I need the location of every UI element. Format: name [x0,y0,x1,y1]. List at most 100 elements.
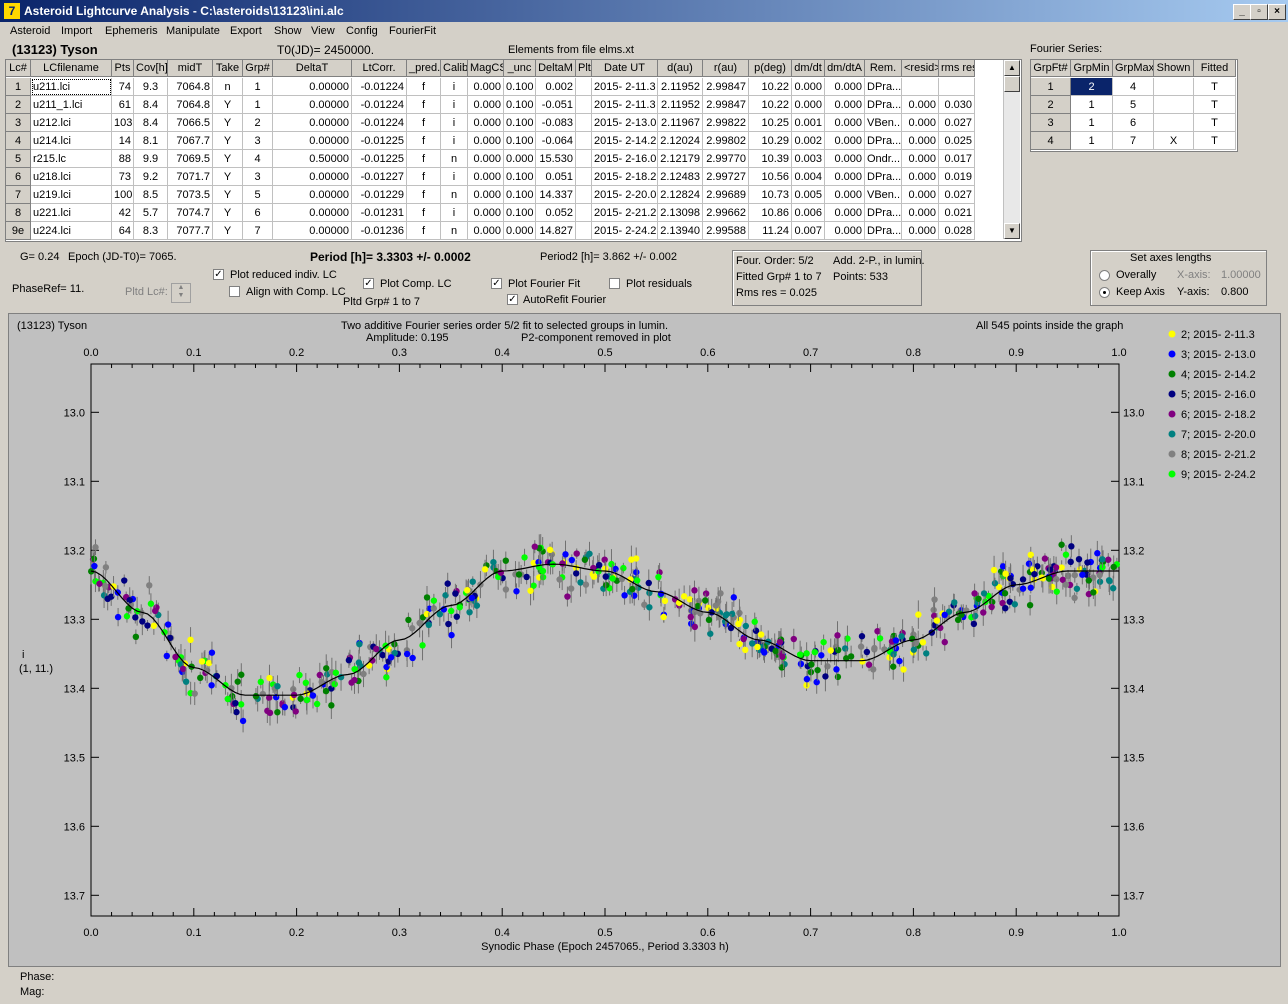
table-cell[interactable]: 0.000 [825,150,865,168]
table-cell[interactable]: 6 [243,204,273,222]
table-cell[interactable] [576,96,592,114]
table-cell[interactable]: 2015- 2-21.2 [592,204,658,222]
table-cell[interactable]: Y [213,114,243,132]
menu-config[interactable]: Config [346,25,378,37]
table-cell[interactable]: 0.00000 [273,132,352,150]
table-cell[interactable]: f [407,168,441,186]
table-cell[interactable]: 0.000 [902,132,939,150]
table-cell[interactable]: 8.3 [134,222,168,240]
table-cell[interactable]: 2.11967 [658,114,703,132]
table-cell[interactable]: 7074.7 [168,204,213,222]
table-cell[interactable] [576,168,592,186]
fourier-column-header[interactable]: Shown [1154,60,1194,77]
table-cell[interactable]: 0.100 [504,204,536,222]
table-cell[interactable]: VBen... [865,114,902,132]
column-header[interactable]: Lc# [6,60,31,77]
table-cell[interactable]: 7 [243,222,273,240]
row-header[interactable]: 7 [6,186,31,204]
plot-comp-checkbox[interactable]: ✓ [363,278,374,289]
table-cell[interactable]: 0.000 [792,78,825,96]
fourier-cell[interactable]: 5 [1113,96,1154,114]
fourier-row-header[interactable]: 3 [1031,114,1071,132]
table-cell[interactable] [902,78,939,96]
table-cell[interactable]: 74 [112,78,134,96]
table-cell[interactable]: 2.12179 [658,150,703,168]
table-cell[interactable]: 0.001 [792,114,825,132]
table-cell[interactable]: 0.000 [825,186,865,204]
fourier-column-header[interactable]: GrpFt# [1031,60,1071,77]
table-cell[interactable]: 0.100 [504,114,536,132]
row-header[interactable]: 1 [6,78,31,96]
table-cell[interactable]: 0.000 [468,132,504,150]
row-header[interactable]: 6 [6,168,31,186]
table-cell[interactable]: 10.25 [749,114,792,132]
table-cell[interactable]: DPra... [865,96,902,114]
table-cell[interactable] [576,78,592,96]
table-cell[interactable]: 2.99847 [703,78,749,96]
maximize-button[interactable]: ▫ [1250,4,1268,20]
lightcurve-chart[interactable]: 0.0 0.0 0.1 0.1 0.2 0.2 0.3 0.3 0.4 0.4 0.5 0.5 0.6 0… [9,314,1280,966]
fourier-cell[interactable] [1154,78,1194,96]
y-axis-field[interactable]: 0.800 [1221,286,1249,298]
table-cell[interactable]: 0.021 [939,204,975,222]
row-header[interactable]: 3 [6,114,31,132]
menu-show[interactable]: Show [274,25,302,37]
table-cell[interactable]: 61 [112,96,134,114]
table-cell[interactable]: VBen... [865,186,902,204]
table-cell[interactable]: 10.56 [749,168,792,186]
table-cell[interactable]: 0.000 [792,96,825,114]
lightcurve-table[interactable]: Lc# LCfilename Pts Cov[h] midT Take Grp# DeltaT… [5,59,1022,242]
close-button[interactable]: × [1268,4,1286,20]
column-header[interactable]: midT [168,60,213,77]
column-header[interactable]: Pts [112,60,134,77]
column-header[interactable]: MagCS [468,60,504,77]
table-cell[interactable]: -0.01236 [352,222,407,240]
table-cell[interactable]: 7066.5 [168,114,213,132]
table-cell[interactable]: 10.22 [749,78,792,96]
table-cell[interactable]: 0.100 [504,168,536,186]
table-cell[interactable]: 0.000 [825,168,865,186]
column-header[interactable]: rms res [939,60,975,77]
menu-view[interactable]: View [311,25,335,37]
table-cell[interactable]: 2015- 2-14.2 [592,132,658,150]
fourier-row-header[interactable]: 4 [1031,132,1071,150]
table-cell[interactable]: u211_1.lci [31,96,112,114]
lightcurve-plot-panel[interactable]: (13123) Tyson Two additive Fourier serie… [8,313,1281,967]
table-cell[interactable]: u212.lci [31,114,112,132]
table-cell[interactable]: -0.01225 [352,150,407,168]
table-cell[interactable]: 0.100 [504,78,536,96]
table-cell[interactable]: 5 [243,186,273,204]
table-cell[interactable]: 10.22 [749,96,792,114]
table-cell[interactable]: 0.00000 [273,114,352,132]
table-cell[interactable]: -0.051 [536,96,576,114]
column-header[interactable]: Calib. [441,60,468,77]
column-header[interactable]: Plt [576,60,592,77]
table-cell[interactable]: 2.99847 [703,96,749,114]
table-cell[interactable]: 0.027 [939,186,975,204]
table-cell[interactable]: n [213,78,243,96]
table-cell[interactable]: i [441,96,468,114]
table-cell[interactable]: 42 [112,204,134,222]
table-cell[interactable]: 0.003 [792,150,825,168]
table-cell[interactable]: Y [213,222,243,240]
table-cell[interactable]: 0.000 [825,222,865,240]
column-header[interactable]: dm/dtA [825,60,865,77]
table-cell[interactable]: 0.000 [504,150,536,168]
table-cell[interactable]: 0.000 [825,114,865,132]
table-cell[interactable]: 9.9 [134,150,168,168]
table-cell[interactable]: 8.4 [134,96,168,114]
table-cell[interactable]: 73 [112,168,134,186]
column-header[interactable]: Grp# [243,60,273,77]
table-cell[interactable]: 0.00000 [273,222,352,240]
table-cell[interactable]: 0.006 [792,204,825,222]
column-header[interactable]: Date UT [592,60,658,77]
table-cell[interactable]: 7064.8 [168,96,213,114]
table-cell[interactable]: Y [213,168,243,186]
table-cell[interactable]: 8.4 [134,114,168,132]
table-cell[interactable]: 2.99770 [703,150,749,168]
plot-fourier-checkbox[interactable]: ✓ [491,278,502,289]
table-cell[interactable]: 2.99689 [703,186,749,204]
table-cell[interactable]: -0.01227 [352,168,407,186]
table-cell[interactable]: i [441,78,468,96]
table-cell[interactable]: 0.00000 [273,186,352,204]
